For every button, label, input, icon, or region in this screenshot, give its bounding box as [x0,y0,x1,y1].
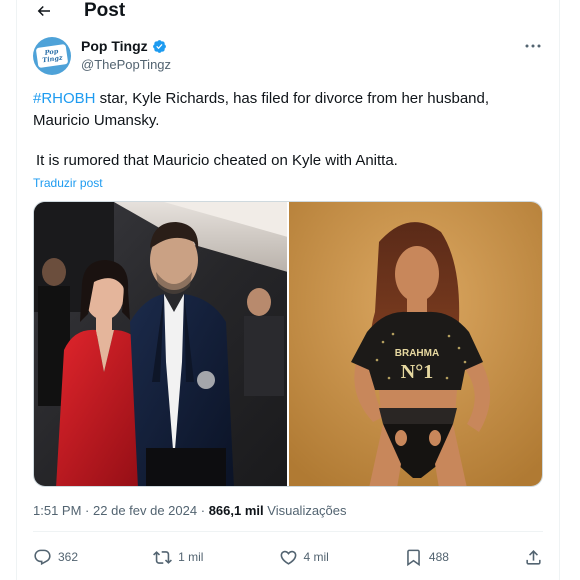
arrow-left-icon [37,5,50,17]
shirt-text-2: N°1 [401,361,433,383]
share-button[interactable] [524,548,543,567]
verified-badge-icon[interactable] [152,39,167,54]
hashtag-link[interactable]: #RHOBH [33,90,96,107]
avatar-text: Pop Tingz [41,47,64,65]
reply-button[interactable]: 362 [33,548,78,567]
views-count: 866,1 mil [208,503,264,518]
meta-separator: · [200,503,206,518]
repost-count: 1 mil [178,550,204,564]
tweet-text-line2: It is rumored that Mauricio cheated on K… [36,152,398,169]
repost-button[interactable]: 1 mil [153,548,203,567]
reply-count: 362 [58,550,79,564]
translate-link[interactable]: Traduzir post [33,176,103,190]
more-dots-icon [525,44,541,48]
author-name[interactable]: Pop Tingz [81,38,148,54]
heart-icon [280,550,296,565]
avatar[interactable]: Pop Tingz [33,37,71,75]
more-options-button[interactable] [523,38,543,54]
post-meta: 1:51 PM · 22 de fev de 2024 · 866,1 mil … [33,503,347,518]
views-label: Visualizações [267,503,347,518]
avatar-logo: Pop Tingz [35,44,69,68]
reply-icon [34,549,51,565]
author-handle[interactable]: @ThePopTingz [81,57,171,72]
like-button[interactable]: 4 mil [279,548,329,567]
media-grid: BRAHMA N°1 [33,201,543,487]
photo-anitta[interactable]: BRAHMA N°1 [289,202,542,486]
author-block: Pop Tingz @ThePopTingz [81,38,171,72]
like-count: 4 mil [303,550,329,564]
bookmark-button[interactable]: 488 [404,548,449,567]
bookmark-icon [407,549,420,566]
repost-icon [153,550,173,564]
author-name-row: Pop Tingz [81,38,171,54]
post-time[interactable]: 1:51 PM [33,503,81,518]
post-date[interactable]: 22 de fev de 2024 [93,503,197,518]
tweet-text-rest: star, Kyle Richards, has filed for divor… [33,90,490,129]
action-bar: 362 1 mil 4 mil 488 [33,544,543,570]
tweet-text: #RHOBH star, Kyle Richards, has filed fo… [33,88,543,132]
shirt-text-1: BRAHMA [395,348,439,359]
post-frame: Post Pop Tingz Pop Tingz @ThePopTingz #R… [16,0,560,580]
share-icon [526,549,541,565]
photo-kyle-mauricio[interactable] [34,202,287,486]
back-button[interactable] [33,0,55,22]
divider [33,531,543,532]
post-header: Post [17,0,559,24]
bookmark-count: 488 [428,550,449,564]
page-title: Post [84,0,126,21]
meta-separator: · [85,503,90,518]
